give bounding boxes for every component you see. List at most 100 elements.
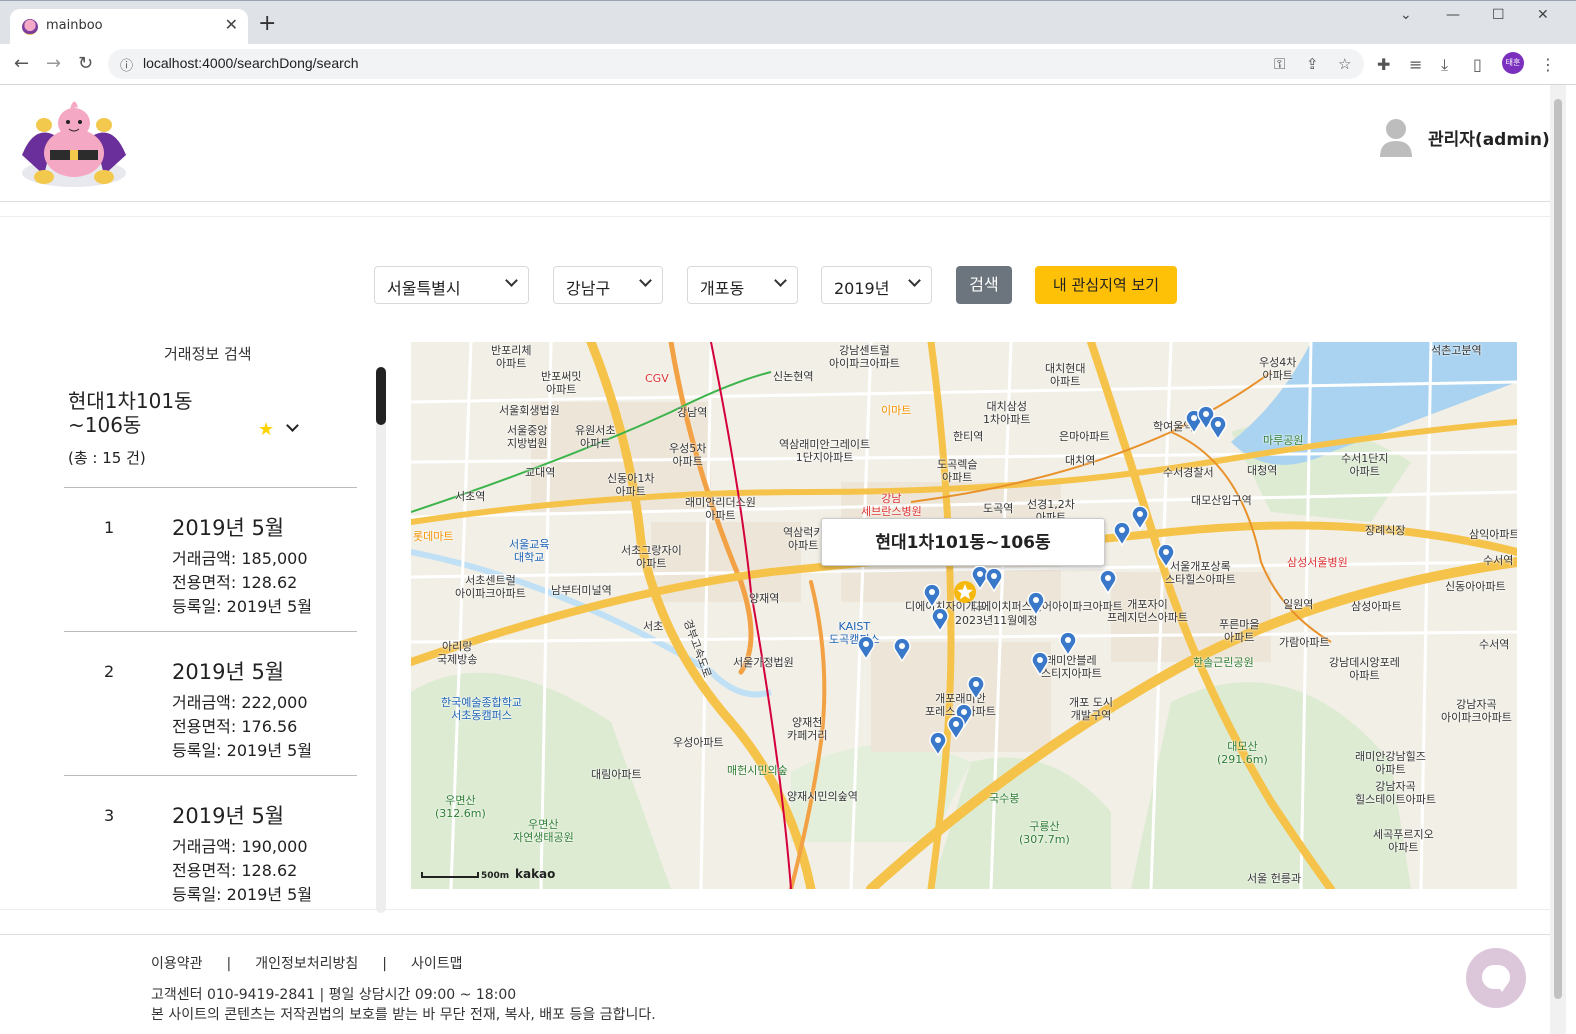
apartment-marker-icon[interactable] xyxy=(931,608,949,632)
map-place-label: 남부터미널역 xyxy=(551,584,612,597)
selected-apartment-star-icon[interactable] xyxy=(953,580,977,604)
profile-avatar[interactable]: 태훈 xyxy=(1502,52,1524,74)
map-place-label: 강남데시앙포레 아파트 xyxy=(1329,656,1400,682)
deal-price: 거래금액: 222,000 xyxy=(172,693,308,712)
city-select[interactable]: 서울특별시 xyxy=(374,266,529,304)
key-icon[interactable]: ⚿ xyxy=(1274,55,1285,73)
apartment-marker-icon[interactable] xyxy=(947,716,965,740)
map-place-label: 신동아아파트 xyxy=(1445,580,1506,593)
maximize-icon[interactable]: ☐ xyxy=(1492,7,1505,23)
map-place-label: 강남센트럴 아이파크아파트 xyxy=(829,344,900,370)
apartment-marker-icon[interactable] xyxy=(923,584,941,608)
tab-search-icon[interactable]: ⌄ xyxy=(1400,7,1412,23)
page-scrollbar[interactable] xyxy=(1550,85,1566,1034)
apartment-marker-icon[interactable] xyxy=(985,568,1003,592)
map-place-label: 일원역 xyxy=(1283,598,1314,611)
site-header: 관리자(admin) xyxy=(0,85,1550,202)
apartment-marker-icon[interactable] xyxy=(1209,416,1227,440)
apartment-marker-icon[interactable] xyxy=(1059,632,1077,656)
chevron-down-icon xyxy=(505,274,518,287)
download-icon[interactable]: ⤓ xyxy=(1441,55,1448,75)
bookmark-star-icon[interactable]: ☆ xyxy=(1338,55,1351,73)
map-view[interactable]: 반포리체 아파트 반포써밋 아파트 CGV 강남센트럴 아이파크아파트 대치현대 아파트… xyxy=(411,342,1517,889)
apartment-marker-icon[interactable] xyxy=(1157,544,1175,568)
search-button[interactable]: 검색 xyxy=(956,266,1012,304)
apartment-marker-icon[interactable] xyxy=(1131,506,1149,530)
map-provider-logo: kakao xyxy=(515,867,556,881)
dong-select[interactable]: 개포동 xyxy=(687,266,798,304)
side-panel-icon[interactable]: ▯ xyxy=(1473,55,1482,74)
map-place-label: 서울가정법원 xyxy=(733,656,794,669)
map-place-label: 개포자이 프레지던스아파트 xyxy=(1107,598,1188,624)
site-logo[interactable] xyxy=(14,95,134,191)
user-name[interactable]: 관리자(admin) xyxy=(1428,125,1550,150)
map-place-label: 한솔근린공원 xyxy=(1193,656,1254,669)
my-interest-area-button[interactable]: 내 관심지역 보기 xyxy=(1035,266,1177,304)
map-place-label: 반포리체 아파트 xyxy=(491,344,532,370)
map-place-label: 우성4차 아파트 xyxy=(1259,356,1297,382)
panel-scrollbar[interactable] xyxy=(376,367,386,913)
site-info-icon[interactable]: ⓘ xyxy=(120,55,133,74)
map-place-label: 우성5차 아파트 xyxy=(669,442,707,468)
map-info-popup[interactable]: 현대1차101동~106동 xyxy=(821,518,1105,566)
reload-icon[interactable]: ↻ xyxy=(78,53,93,74)
deal-result-panel[interactable]: 현대1차101동 ~106동 ★ (총 : 15 건) 1 2019년 5월 거… xyxy=(48,369,384,913)
deal-item[interactable]: 2 2019년 5월 거래금액: 222,000 전용면적: 176.56 등록… xyxy=(64,632,357,776)
chevron-down-icon xyxy=(639,274,652,287)
user-avatar-icon[interactable] xyxy=(1378,117,1414,157)
map-place-label: 강남역 xyxy=(677,406,708,419)
apartment-marker-icon[interactable] xyxy=(929,732,947,756)
tab-close-icon[interactable]: ✕ xyxy=(225,15,238,34)
footer-separator: | xyxy=(382,956,388,972)
footer-link-sitemap[interactable]: 사이트맵 xyxy=(411,953,463,973)
map-place-label: 신동아1차 아파트 xyxy=(607,472,655,498)
share-icon[interactable]: ⇪ xyxy=(1306,55,1319,73)
apartment-marker-icon[interactable] xyxy=(893,638,911,662)
map-place-label: 삼성서울병원 xyxy=(1287,556,1348,569)
address-bar[interactable]: ⓘ localhost:4000/searchDong/search ⚿ ⇪ ☆ xyxy=(108,49,1364,79)
footer-link-privacy[interactable]: 개인정보처리방침 xyxy=(255,953,358,973)
window-close-icon[interactable]: ✕ xyxy=(1537,7,1549,23)
apartment-marker-icon[interactable] xyxy=(1027,592,1045,616)
apartment-marker-icon[interactable] xyxy=(1099,570,1117,594)
map-place-label: 매헌시민의숲 xyxy=(727,764,788,777)
map-place-label: 대청역 xyxy=(1247,464,1278,477)
map-place-label: 개포 도시 개발구역 xyxy=(1069,696,1113,722)
chat-button[interactable] xyxy=(1466,948,1526,1008)
back-icon[interactable]: ← xyxy=(14,53,29,74)
favorite-star-icon[interactable]: ★ xyxy=(258,419,274,440)
deal-registered: 등록일: 2019년 5월 xyxy=(172,597,313,616)
new-tab-button[interactable]: + xyxy=(258,11,276,36)
deal-item[interactable]: 1 2019년 5월 거래금액: 185,000 전용면적: 128.62 등록… xyxy=(64,488,357,632)
panel-scrollbar-thumb[interactable] xyxy=(376,367,386,425)
district-select[interactable]: 강남구 xyxy=(553,266,663,304)
apartment-marker-icon[interactable] xyxy=(967,676,985,700)
footer-contact: 고객센터 010-9419-2841 | 평일 상담시간 09:00 ~ 18:… xyxy=(151,987,517,1003)
apartment-marker-icon[interactable] xyxy=(1031,652,1049,676)
menu-kebab-icon[interactable]: ⋮ xyxy=(1540,55,1556,74)
forward-icon[interactable]: → xyxy=(46,53,61,74)
apartment-marker-icon[interactable] xyxy=(1113,522,1131,546)
map-place-label: 은마아파트 xyxy=(1059,430,1110,443)
address-url[interactable]: localhost:4000/searchDong/search xyxy=(143,55,359,71)
minimize-icon[interactable]: — xyxy=(1446,7,1460,23)
year-select[interactable]: 2019년 xyxy=(821,266,932,304)
apartment-marker-icon[interactable] xyxy=(857,636,875,660)
map-place-label: 수서경찰서 xyxy=(1163,466,1214,479)
browser-tab[interactable]: mainboo ✕ xyxy=(10,9,248,45)
deal-item[interactable]: 3 2019년 5월 거래금액: 190,000 전용면적: 128.62 등록… xyxy=(64,776,357,913)
year-select-value: 2019년 xyxy=(834,279,890,298)
footer-link-terms[interactable]: 이용약관 xyxy=(151,953,203,973)
extensions-icon[interactable]: ✚ xyxy=(1377,55,1390,74)
page-scrollbar-thumb[interactable] xyxy=(1554,99,1562,999)
map-place-label: 양재천 카페거리 xyxy=(787,716,828,742)
map-place-label: 대치역 xyxy=(1065,454,1096,467)
browser-tab-strip: mainboo ✕ + ⌄ — ☐ ✕ xyxy=(0,0,1576,45)
browser-toolbar: ← → ↻ ⓘ localhost:4000/searchDong/search… xyxy=(0,44,1576,85)
chevron-down-icon[interactable] xyxy=(286,419,299,432)
map-place-label: 우면산 (312.6m) xyxy=(435,794,486,820)
map-place-label: 한티역 xyxy=(953,430,984,443)
deal-registered: 등록일: 2019년 5월 xyxy=(172,741,313,760)
map-place-label: 래미안리더스원 아파트 xyxy=(685,496,756,522)
media-icon[interactable]: ≡ xyxy=(1409,55,1422,74)
